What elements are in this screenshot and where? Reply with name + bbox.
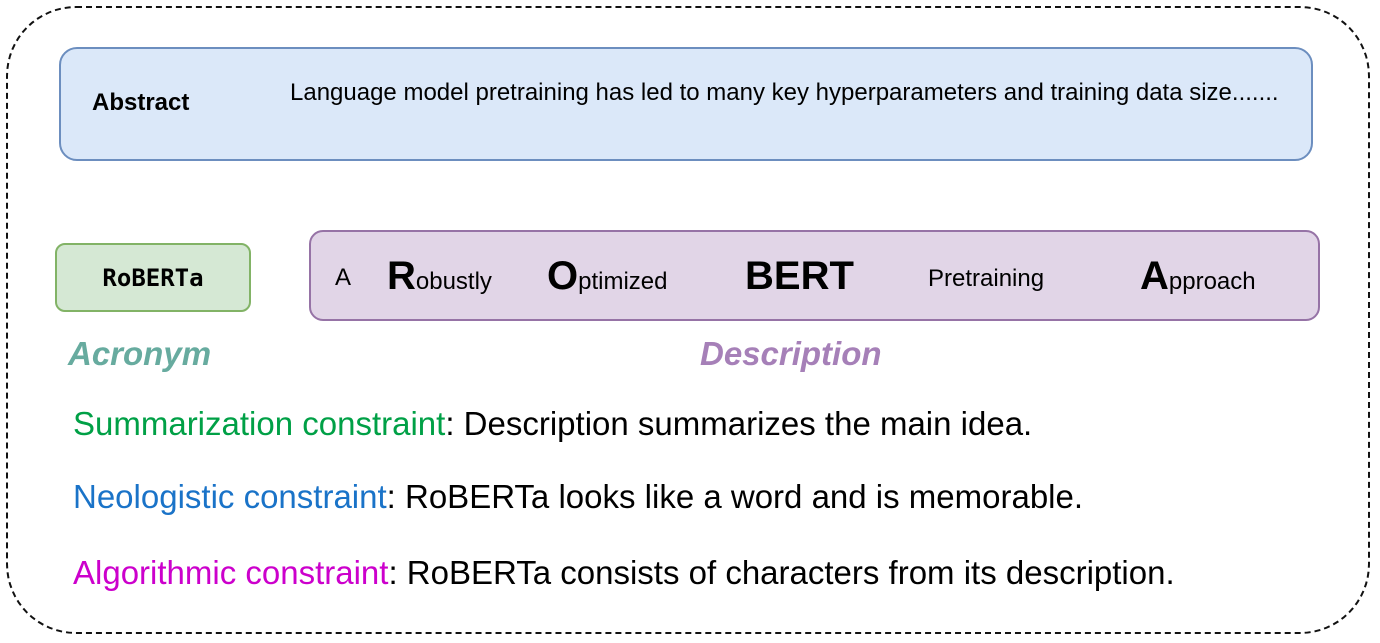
neologistic-constraint-text: : RoBERTa looks like a word and is memor… <box>386 478 1084 515</box>
acronym-box: RoBERTa <box>55 243 251 312</box>
desc-word-a: A <box>335 264 352 291</box>
algorithmic-constraint-name: Algorithmic constraint <box>73 554 389 591</box>
summarization-constraint-text: : Description summarizes the main idea. <box>445 405 1033 442</box>
summarization-constraint: Summarization constraint: Description su… <box>73 405 1032 443</box>
neologistic-constraint-name: Neologistic constraint <box>73 478 387 515</box>
desc-word-bert: BERT <box>745 254 854 298</box>
desc-word-approach: Approach <box>1140 254 1256 298</box>
abstract-label: Abstract <box>92 89 190 116</box>
description-box: A Robustly Optimized BERT Pretraining Ap… <box>309 230 1320 321</box>
desc-word-robustly: Robustly <box>387 254 492 298</box>
desc-word-optimized: Optimized <box>547 254 668 298</box>
algorithmic-constraint: Algorithmic constraint: RoBERTa consists… <box>73 554 1175 592</box>
description-caption: Description <box>700 335 882 372</box>
acronym-caption: Acronym <box>68 335 212 372</box>
acronym-text: RoBERTa <box>102 263 204 292</box>
summarization-constraint-name: Summarization constraint <box>73 405 446 442</box>
abstract-text: Language model pretraining has led to ma… <box>290 79 1279 106</box>
neologistic-constraint: Neologistic constraint: RoBERTa looks li… <box>73 478 1083 516</box>
algorithmic-constraint-text: : RoBERTa consists of characters from it… <box>388 554 1175 591</box>
desc-word-pretraining: Pretraining <box>928 265 1045 292</box>
